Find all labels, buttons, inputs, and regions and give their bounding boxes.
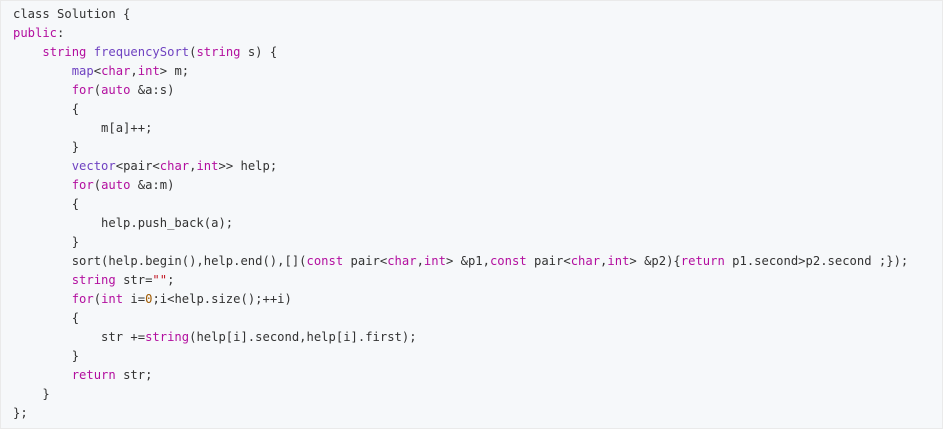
code-text: (help[i].second,help[i].first); [189, 330, 417, 344]
code-line: { [13, 195, 942, 214]
code-text: help.push_back(a); [13, 216, 234, 230]
code-line: vector<pair<char,int>> help; [13, 157, 942, 176]
code-keyword: for [71, 178, 94, 192]
code-text: s) { [240, 45, 278, 59]
code-text: }; [13, 406, 28, 420]
code-text: ; [167, 273, 175, 287]
code-text: } [13, 235, 80, 249]
code-text: > &p1, [445, 254, 490, 268]
code-text: str; [115, 368, 153, 382]
code-line: { [13, 309, 942, 328]
code-text: } [13, 387, 50, 401]
code-text: pair< [343, 254, 388, 268]
code-text: <pair< [115, 159, 160, 173]
code-text: >> help; [218, 159, 278, 173]
code-identifier: map [71, 64, 94, 78]
code-text: > &p2){ [629, 254, 681, 268]
code-text: > m; [159, 64, 190, 78]
code-text: i= [123, 292, 146, 306]
code-keyword: int [423, 254, 446, 268]
code-text: , [416, 254, 424, 268]
code-line: } [13, 385, 942, 404]
code-text: } [13, 349, 80, 363]
code-line: } [13, 138, 942, 157]
code-keyword: for [71, 83, 94, 97]
code-keyword: auto [101, 83, 131, 97]
code-line: sort(help.begin(),help.end(),[](const pa… [13, 252, 942, 271]
code-keyword: auto [101, 178, 131, 192]
code-text: { [13, 102, 80, 116]
code-keyword: string [145, 330, 190, 344]
code-identifier: vector [71, 159, 116, 173]
code-keyword: return [71, 368, 116, 382]
code-keyword: int [137, 64, 160, 78]
code-text: } [13, 140, 80, 154]
code-line: for(auto &a:m) [13, 176, 942, 195]
code-keyword: char [159, 159, 190, 173]
code-keyword: return [680, 254, 725, 268]
code-keyword: int [196, 159, 219, 173]
code-text: class Solution { [13, 7, 131, 21]
code-text: { [13, 197, 80, 211]
code-line: string frequencySort(string s) { [13, 43, 942, 62]
code-text: str += [13, 330, 146, 344]
code-line: public: [13, 24, 942, 43]
code-line: for(auto &a:s) [13, 81, 942, 100]
code-line: str +=string(help[i].second,help[i].firs… [13, 328, 942, 347]
code-text: : [57, 26, 65, 40]
code-text: pair< [526, 254, 571, 268]
code-keyword: int [101, 292, 124, 306]
code-line: return str; [13, 366, 942, 385]
code-keyword: const [489, 254, 527, 268]
code-text: p1.second>p2.second ;}); [724, 254, 909, 268]
code-line: { [13, 100, 942, 119]
code-keyword: string [71, 273, 116, 287]
code-keyword: int [607, 254, 630, 268]
code-keyword: public [13, 26, 58, 40]
code-text: ;i<help.size();++i) [152, 292, 292, 306]
code-line: map<char,int> m; [13, 62, 942, 81]
code-line: class Solution { [13, 5, 942, 24]
code-text: m[a]++; [13, 121, 153, 135]
code-line: }; [13, 404, 942, 423]
code-text: sort(help.begin(),help.end(),[]( [13, 254, 307, 268]
code-identifier: frequencySort [93, 45, 190, 59]
code-line: } [13, 233, 942, 252]
code-line: string str=""; [13, 271, 942, 290]
code-keyword: string [42, 45, 87, 59]
code-keyword: char [570, 254, 601, 268]
code-keyword: string [196, 45, 241, 59]
code-text: < [93, 64, 102, 78]
code-keyword: char [101, 64, 131, 78]
code-string: "" [152, 273, 168, 287]
code-text: &a:m) [130, 178, 175, 192]
code-line: help.push_back(a); [13, 214, 942, 233]
code-keyword: char [387, 254, 417, 268]
code-text: { [13, 311, 80, 325]
code-text: str= [115, 273, 153, 287]
code-line: m[a]++; [13, 119, 942, 138]
code-keyword: const [306, 254, 344, 268]
code-line: } [13, 347, 942, 366]
code-block: class Solution { public: string frequency… [0, 0, 943, 429]
code-text: &a:s) [130, 83, 175, 97]
code-line: for(int i=0;i<help.size();++i) [13, 290, 942, 309]
code-text: ( [93, 292, 102, 306]
code-text: ( [93, 83, 102, 97]
code-text: , [130, 64, 138, 78]
code-text: ( [93, 178, 102, 192]
code-keyword: for [71, 292, 94, 306]
